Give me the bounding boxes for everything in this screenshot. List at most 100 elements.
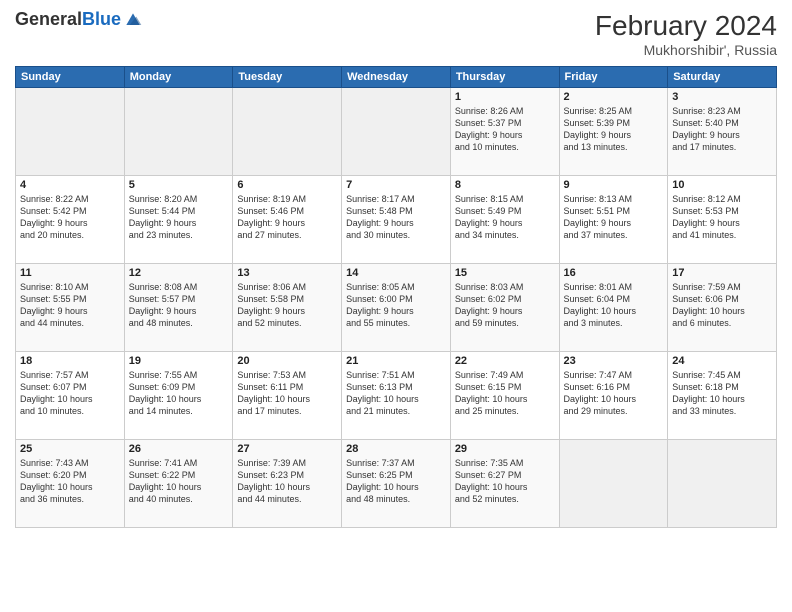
calendar-cell [559, 440, 668, 528]
day-info: Sunrise: 8:17 AM Sunset: 5:48 PM Dayligh… [346, 193, 446, 242]
day-number: 3 [672, 91, 772, 103]
day-number: 7 [346, 179, 446, 191]
day-number: 28 [346, 443, 446, 455]
day-info: Sunrise: 7:37 AM Sunset: 6:25 PM Dayligh… [346, 457, 446, 506]
day-number: 8 [455, 179, 555, 191]
day-number: 19 [129, 355, 229, 367]
day-number: 21 [346, 355, 446, 367]
title-block: February 2024 Mukhorshibir', Russia [595, 10, 777, 58]
day-number: 12 [129, 267, 229, 279]
logo: GeneralBlue [15, 10, 143, 30]
calendar-cell: 23 Sunrise: 7:47 AM Sunset: 6:16 PM Dayli… [559, 352, 668, 440]
calendar-cell: 16 Sunrise: 8:01 AM Sunset: 6:04 PM Dayli… [559, 264, 668, 352]
day-number: 15 [455, 267, 555, 279]
calendar-cell: 2 Sunrise: 8:25 AM Sunset: 5:39 PM Daylig… [559, 88, 668, 176]
calendar-cell [124, 88, 233, 176]
calendar-cell: 7 Sunrise: 8:17 AM Sunset: 5:48 PM Daylig… [342, 176, 451, 264]
logo-general-text: General [15, 9, 82, 29]
calendar-cell: 6 Sunrise: 8:19 AM Sunset: 5:46 PM Daylig… [233, 176, 342, 264]
week-row-2: 4Sunrise: 8:22 AM Sunset: 5:42 PM Daylig… [16, 176, 777, 264]
day-info: Sunrise: 8:03 AM Sunset: 6:02 PM Dayligh… [455, 281, 555, 330]
header: GeneralBlue February 2024 Mukhorshibir',… [15, 10, 777, 58]
month-title: February 2024 [595, 10, 777, 42]
day-info: Sunrise: 7:53 AM Sunset: 6:11 PM Dayligh… [237, 369, 337, 418]
calendar-cell: 27 Sunrise: 7:39 AM Sunset: 6:23 PM Dayli… [233, 440, 342, 528]
calendar-cell [342, 88, 451, 176]
col-header-sunday: Sunday [16, 67, 125, 88]
calendar-cell: 11Sunrise: 8:10 AM Sunset: 5:55 PM Dayli… [16, 264, 125, 352]
calendar-cell: 3 Sunrise: 8:23 AM Sunset: 5:40 PM Daylig… [668, 88, 777, 176]
calendar-cell: 13 Sunrise: 8:06 AM Sunset: 5:58 PM Dayli… [233, 264, 342, 352]
day-number: 9 [564, 179, 664, 191]
col-header-monday: Monday [124, 67, 233, 88]
calendar-cell: 26 Sunrise: 7:41 AM Sunset: 6:22 PM Dayli… [124, 440, 233, 528]
calendar-cell: 15 Sunrise: 8:03 AM Sunset: 6:02 PM Dayli… [450, 264, 559, 352]
day-info: Sunrise: 7:51 AM Sunset: 6:13 PM Dayligh… [346, 369, 446, 418]
logo-blue-text: Blue [82, 9, 121, 29]
calendar-cell: 21 Sunrise: 7:51 AM Sunset: 6:13 PM Dayli… [342, 352, 451, 440]
week-row-5: 25 Sunrise: 7:43 AM Sunset: 6:20 PM Dayli… [16, 440, 777, 528]
day-info: Sunrise: 8:22 AM Sunset: 5:42 PM Dayligh… [20, 193, 120, 242]
calendar-cell: 9Sunrise: 8:13 AM Sunset: 5:51 PM Daylig… [559, 176, 668, 264]
page: GeneralBlue February 2024 Mukhorshibir',… [0, 0, 792, 612]
calendar-header-row: SundayMondayTuesdayWednesdayThursdayFrid… [16, 67, 777, 88]
day-info: Sunrise: 8:08 AM Sunset: 5:57 PM Dayligh… [129, 281, 229, 330]
day-info: Sunrise: 8:12 AM Sunset: 5:53 PM Dayligh… [672, 193, 772, 242]
day-number: 14 [346, 267, 446, 279]
day-info: Sunrise: 7:59 AM Sunset: 6:06 PM Dayligh… [672, 281, 772, 330]
calendar-cell: 22 Sunrise: 7:49 AM Sunset: 6:15 PM Dayli… [450, 352, 559, 440]
col-header-thursday: Thursday [450, 67, 559, 88]
day-info: Sunrise: 8:23 AM Sunset: 5:40 PM Dayligh… [672, 105, 772, 154]
day-number: 6 [237, 179, 337, 191]
calendar-cell: 25 Sunrise: 7:43 AM Sunset: 6:20 PM Dayli… [16, 440, 125, 528]
calendar-cell: 17Sunrise: 7:59 AM Sunset: 6:06 PM Dayli… [668, 264, 777, 352]
day-number: 26 [129, 443, 229, 455]
day-info: Sunrise: 7:55 AM Sunset: 6:09 PM Dayligh… [129, 369, 229, 418]
day-number: 22 [455, 355, 555, 367]
day-info: Sunrise: 8:15 AM Sunset: 5:49 PM Dayligh… [455, 193, 555, 242]
week-row-1: 1 Sunrise: 8:26 AM Sunset: 5:37 PM Daylig… [16, 88, 777, 176]
calendar-cell: 20Sunrise: 7:53 AM Sunset: 6:11 PM Dayli… [233, 352, 342, 440]
day-info: Sunrise: 8:06 AM Sunset: 5:58 PM Dayligh… [237, 281, 337, 330]
day-number: 24 [672, 355, 772, 367]
day-info: Sunrise: 8:01 AM Sunset: 6:04 PM Dayligh… [564, 281, 664, 330]
day-info: Sunrise: 7:45 AM Sunset: 6:18 PM Dayligh… [672, 369, 772, 418]
calendar-cell [233, 88, 342, 176]
day-number: 2 [564, 91, 664, 103]
day-number: 11 [20, 267, 120, 279]
calendar-cell: 14 Sunrise: 8:05 AM Sunset: 6:00 PM Dayli… [342, 264, 451, 352]
day-info: Sunrise: 7:43 AM Sunset: 6:20 PM Dayligh… [20, 457, 120, 506]
calendar-cell: 19 Sunrise: 7:55 AM Sunset: 6:09 PM Dayli… [124, 352, 233, 440]
day-info: Sunrise: 8:25 AM Sunset: 5:39 PM Dayligh… [564, 105, 664, 154]
week-row-3: 11Sunrise: 8:10 AM Sunset: 5:55 PM Dayli… [16, 264, 777, 352]
calendar-cell: 1 Sunrise: 8:26 AM Sunset: 5:37 PM Daylig… [450, 88, 559, 176]
calendar-cell [16, 88, 125, 176]
col-header-wednesday: Wednesday [342, 67, 451, 88]
calendar-cell: 18Sunrise: 7:57 AM Sunset: 6:07 PM Dayli… [16, 352, 125, 440]
calendar-cell [668, 440, 777, 528]
day-info: Sunrise: 7:41 AM Sunset: 6:22 PM Dayligh… [129, 457, 229, 506]
day-number: 25 [20, 443, 120, 455]
calendar-cell: 28 Sunrise: 7:37 AM Sunset: 6:25 PM Dayli… [342, 440, 451, 528]
day-info: Sunrise: 8:19 AM Sunset: 5:46 PM Dayligh… [237, 193, 337, 242]
day-info: Sunrise: 8:05 AM Sunset: 6:00 PM Dayligh… [346, 281, 446, 330]
col-header-tuesday: Tuesday [233, 67, 342, 88]
calendar-cell: 4Sunrise: 8:22 AM Sunset: 5:42 PM Daylig… [16, 176, 125, 264]
calendar-cell: 10Sunrise: 8:12 AM Sunset: 5:53 PM Dayli… [668, 176, 777, 264]
day-number: 16 [564, 267, 664, 279]
day-info: Sunrise: 7:49 AM Sunset: 6:15 PM Dayligh… [455, 369, 555, 418]
calendar-cell: 24 Sunrise: 7:45 AM Sunset: 6:18 PM Dayli… [668, 352, 777, 440]
week-row-4: 18Sunrise: 7:57 AM Sunset: 6:07 PM Dayli… [16, 352, 777, 440]
day-number: 23 [564, 355, 664, 367]
day-number: 1 [455, 91, 555, 103]
calendar-cell: 5Sunrise: 8:20 AM Sunset: 5:44 PM Daylig… [124, 176, 233, 264]
day-number: 13 [237, 267, 337, 279]
logo-icon [123, 10, 143, 30]
day-info: Sunrise: 7:39 AM Sunset: 6:23 PM Dayligh… [237, 457, 337, 506]
calendar-cell: 8 Sunrise: 8:15 AM Sunset: 5:49 PM Daylig… [450, 176, 559, 264]
day-info: Sunrise: 7:47 AM Sunset: 6:16 PM Dayligh… [564, 369, 664, 418]
col-header-friday: Friday [559, 67, 668, 88]
day-number: 29 [455, 443, 555, 455]
day-info: Sunrise: 8:26 AM Sunset: 5:37 PM Dayligh… [455, 105, 555, 154]
day-number: 27 [237, 443, 337, 455]
